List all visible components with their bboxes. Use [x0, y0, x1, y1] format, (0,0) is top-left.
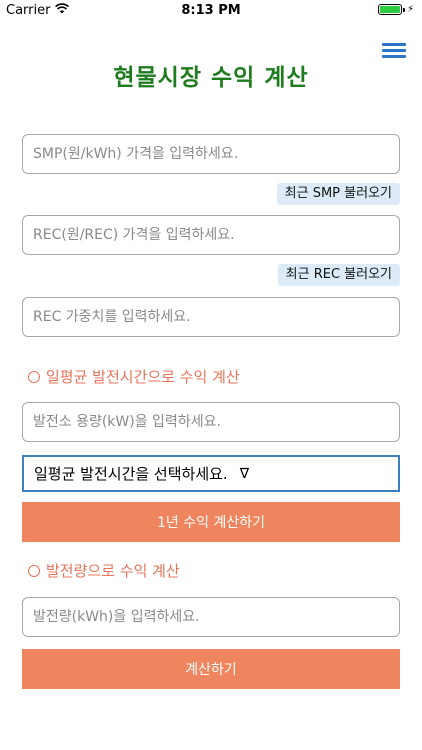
dropdown-indicator-icon: ∇: [239, 465, 250, 482]
section-by-hours-label: 일평균 발전시간으로 수익 계산: [46, 368, 240, 386]
generation-input[interactable]: [22, 597, 400, 637]
smp-price-input[interactable]: [22, 134, 400, 174]
fetch-smp-button[interactable]: 최근 SMP 불러오기: [276, 183, 400, 205]
section-by-hours: 일평균 발전시간으로 수익 계산: [28, 366, 240, 387]
clock: 8:13 PM: [181, 3, 241, 18]
battery-icon: [377, 4, 405, 15]
generation-hours-select[interactable]: 일평균 발전시간을 선택하세요. ∇: [22, 455, 400, 492]
circle-icon: [28, 564, 40, 577]
rec-weight-input[interactable]: [22, 297, 400, 337]
circle-icon: [28, 370, 40, 383]
calc-button[interactable]: 계산하기: [22, 649, 400, 689]
fetch-rec-button[interactable]: 최근 REC 불러오기: [277, 264, 400, 286]
page-title: 현물시장 수익 계산: [113, 65, 309, 91]
generation-hours-value: 일평균 발전시간을 선택하세요.: [34, 465, 228, 483]
calc-yearly-button[interactable]: 1년 수익 계산하기: [22, 502, 400, 542]
status-right: ⚡: [377, 4, 414, 15]
section-by-generation-label: 발전량으로 수익 계산: [46, 562, 180, 580]
section-by-generation: 발전량으로 수익 계산: [28, 560, 180, 581]
rec-price-input[interactable]: [22, 215, 400, 255]
capacity-input[interactable]: [22, 402, 400, 442]
charging-icon: ⚡: [406, 4, 414, 15]
status-bar: Carrier 8:13 PM ⚡: [0, 0, 422, 22]
